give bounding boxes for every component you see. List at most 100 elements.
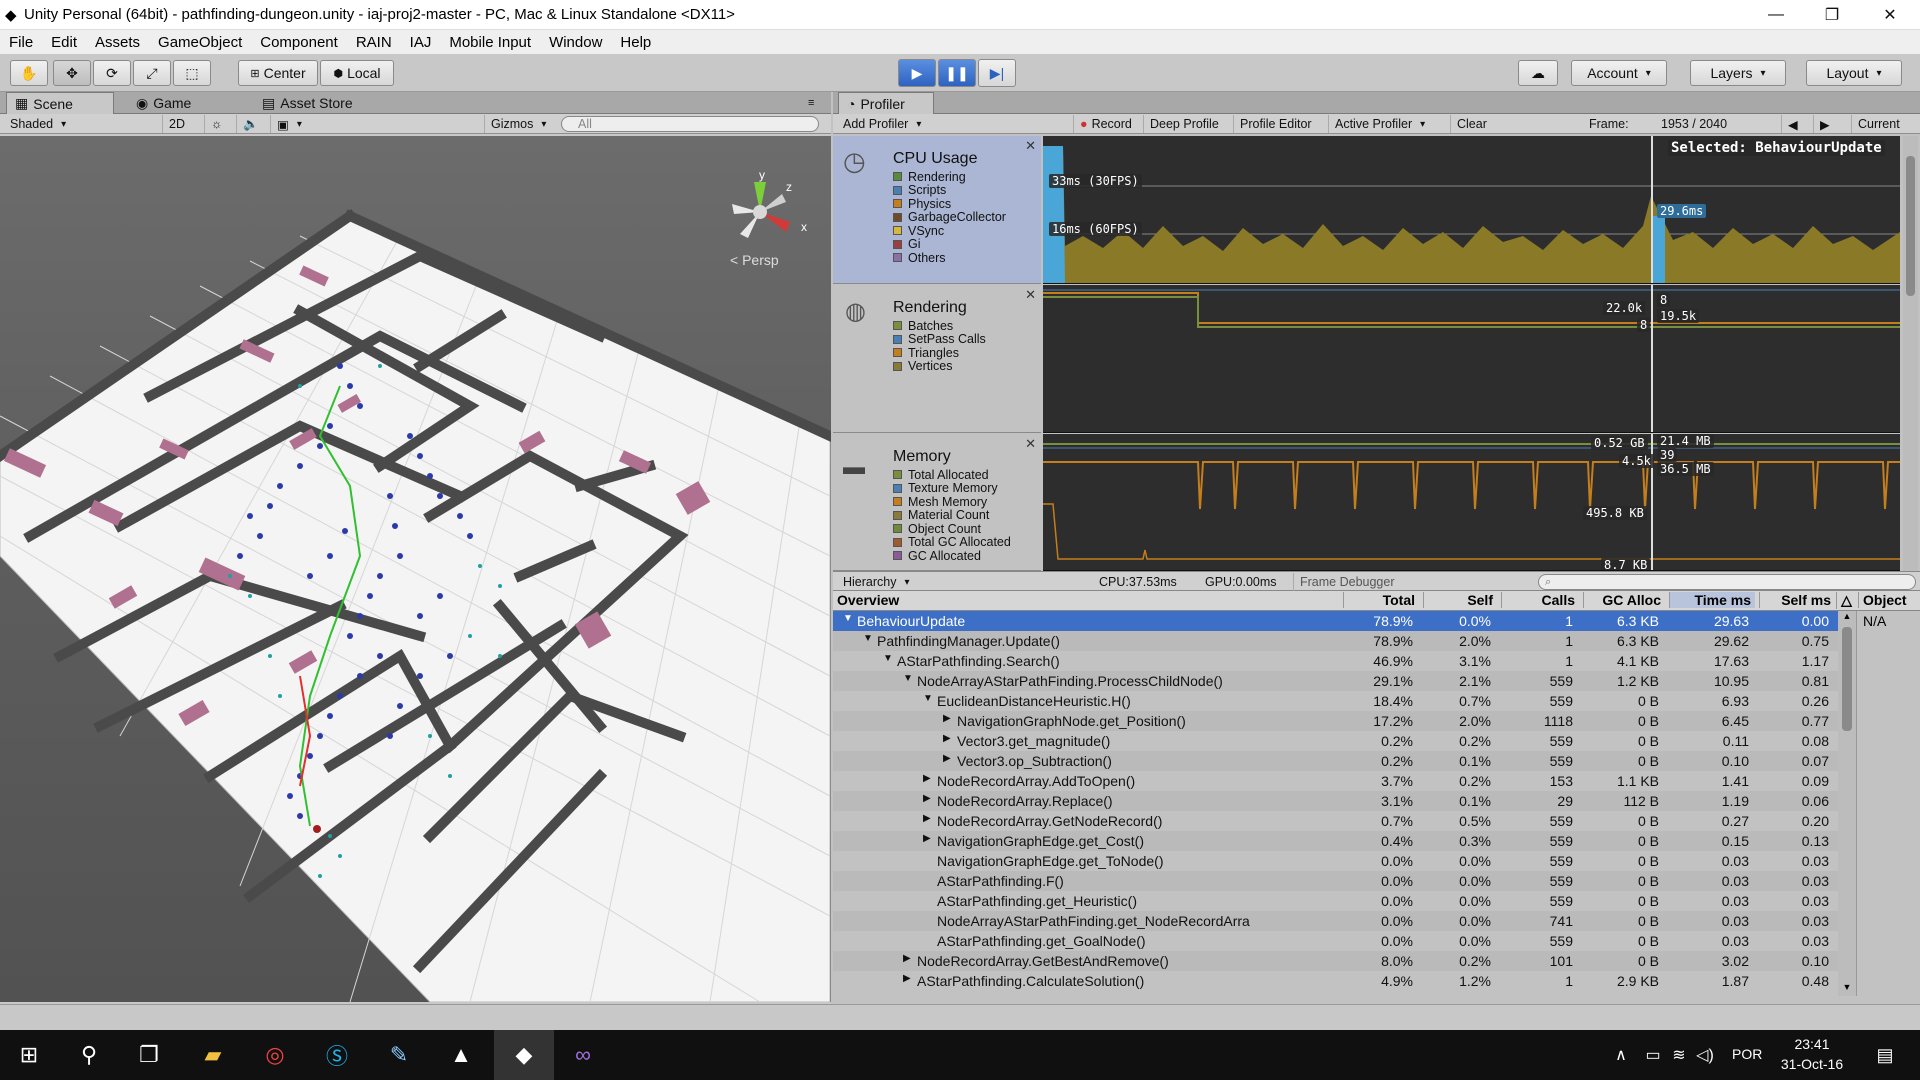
expand-arrow-icon[interactable]: ▼ bbox=[923, 693, 937, 704]
tab-game[interactable]: ◉ Game bbox=[128, 92, 199, 114]
language-indicator[interactable]: POR bbox=[1732, 1046, 1762, 1062]
skype-icon[interactable]: Ⓢ bbox=[320, 1038, 354, 1072]
legend-item[interactable]: Mesh Memory bbox=[893, 495, 1011, 509]
maximize-button[interactable]: ❐ bbox=[1804, 0, 1860, 30]
rendering-module[interactable]: ◍ Rendering ✕ Batches SetPass Calls Tria… bbox=[833, 285, 1041, 433]
rows-scrollbar-thumb[interactable] bbox=[1842, 627, 1852, 731]
scene-gizmo[interactable] bbox=[720, 172, 810, 252]
menu-file[interactable]: File bbox=[0, 34, 42, 51]
legend-item[interactable]: Scripts bbox=[893, 183, 1006, 197]
rendering-graph[interactable]: 22.0k 8 8 19.5k bbox=[1043, 285, 1900, 433]
current-frame-button[interactable]: Current bbox=[1851, 115, 1906, 133]
pivot-center-button[interactable]: ⊞ Center bbox=[238, 60, 318, 86]
clock-time[interactable]: 23:41 bbox=[1780, 1036, 1844, 1052]
windows-start-icon[interactable]: ⊞ bbox=[12, 1038, 46, 1072]
rect-tool-icon[interactable]: ⬚ bbox=[173, 60, 211, 86]
expand-arrow-icon[interactable]: ▼ bbox=[903, 673, 917, 684]
hand-tool-icon[interactable]: ✋ bbox=[10, 60, 48, 86]
profiler-editor-button[interactable]: Profile Editor bbox=[1233, 115, 1318, 133]
table-row[interactable]: ▶ NodeRecordArray.GetNodeRecord() 0.7% 0.5%… bbox=[833, 811, 1838, 831]
photos-icon[interactable]: ▲ bbox=[444, 1038, 478, 1072]
minimize-button[interactable]: — bbox=[1748, 0, 1804, 30]
table-row[interactable]: NavigationGraphEdge.get_ToNode() 0.0% 0.0%… bbox=[833, 851, 1838, 871]
graph-scrollbar-thumb[interactable] bbox=[1906, 156, 1915, 296]
table-row[interactable]: AStarPathfinding.get_Heuristic() 0.0% 0.0%… bbox=[833, 891, 1838, 911]
scale-tool-icon[interactable]: ⤢ bbox=[133, 60, 171, 86]
table-row[interactable]: ▶ NodeRecordArray.Replace() 3.1% 0.1% 29 112 … bbox=[833, 791, 1838, 811]
table-row[interactable]: ▶ NavigationGraphEdge.get_Cost() 0.4% 0.3% 5… bbox=[833, 831, 1838, 851]
frame-debugger-button[interactable]: Frame Debugger bbox=[1293, 573, 1401, 591]
legend-item[interactable]: Vertices bbox=[893, 359, 986, 373]
space-local-button[interactable]: ⬢ Local bbox=[320, 60, 394, 86]
expand-arrow-icon[interactable]: ▶ bbox=[903, 953, 917, 964]
gizmos-dropdown[interactable]: Gizmos bbox=[484, 115, 552, 133]
scene-search-input[interactable]: All bbox=[561, 116, 819, 132]
menu-rain[interactable]: RAIN bbox=[347, 34, 401, 51]
scroll-down-icon[interactable]: ▼ bbox=[1838, 982, 1856, 996]
audio-icon[interactable]: 🔈 bbox=[236, 115, 265, 133]
search-icon[interactable]: ⚲ bbox=[72, 1038, 106, 1072]
legend-item[interactable]: SetPass Calls bbox=[893, 332, 986, 346]
col-overview[interactable]: Overview bbox=[837, 592, 899, 608]
legend-item[interactable]: Object Count bbox=[893, 522, 1011, 536]
tab-asset-store[interactable]: ▤ Asset Store bbox=[254, 92, 361, 114]
next-frame-icon[interactable]: ▶ bbox=[1813, 115, 1836, 133]
volume-icon[interactable]: ◁) bbox=[1688, 1038, 1722, 1072]
step-button[interactable]: ▶| bbox=[978, 59, 1016, 87]
layers-dropdown[interactable]: Layers bbox=[1690, 60, 1786, 86]
table-row[interactable]: ▶ Vector3.op_Subtraction() 0.2% 0.1% 559 0 B 0… bbox=[833, 751, 1838, 771]
legend-item[interactable]: GC Allocated bbox=[893, 549, 1011, 563]
table-row[interactable]: ▶ AStarPathfinding.CalculateSolution() 4.9… bbox=[833, 971, 1838, 991]
add-profiler-dropdown[interactable]: Add Profiler bbox=[837, 115, 985, 133]
col-time-ms[interactable]: Time ms bbox=[1669, 592, 1755, 608]
expand-arrow-icon[interactable]: ▶ bbox=[943, 713, 957, 724]
expand-arrow-icon[interactable]: ▶ bbox=[923, 773, 937, 784]
col-self[interactable]: Self bbox=[1423, 592, 1497, 608]
close-cpu-icon[interactable]: ✕ bbox=[1025, 138, 1036, 154]
table-row[interactable]: ▼ PathfindingManager.Update() 78.9% 2.0% 1 6.… bbox=[833, 631, 1838, 651]
notifications-icon[interactable]: ▤ bbox=[1868, 1038, 1902, 1072]
table-row[interactable]: ▼ BehaviourUpdate 78.9% 0.0% 1 6.3 KB 29.63 0.0… bbox=[833, 611, 1838, 631]
menu-window[interactable]: Window bbox=[540, 34, 611, 51]
legend-item[interactable]: VSync bbox=[893, 224, 1006, 238]
expand-arrow-icon[interactable]: ▼ bbox=[843, 613, 857, 624]
col-total[interactable]: Total bbox=[1343, 592, 1419, 608]
clock-date[interactable]: 31-Oct-16 bbox=[1772, 1056, 1852, 1072]
table-row[interactable]: ▼ NodeArrayAStarPathFinding.ProcessChildN… bbox=[833, 671, 1838, 691]
table-row[interactable]: AStarPathfinding.F() 0.0% 0.0% 559 0 B 0.03 0.… bbox=[833, 871, 1838, 891]
panel-menu-icon[interactable]: ≡ bbox=[800, 92, 822, 114]
close-memory-icon[interactable]: ✕ bbox=[1025, 436, 1036, 452]
legend-item[interactable]: Total GC Allocated bbox=[893, 535, 1011, 549]
expand-arrow-icon[interactable]: ▼ bbox=[863, 633, 877, 644]
play-button[interactable]: ▶ bbox=[898, 59, 936, 87]
table-row[interactable]: ▶ Vector3.get_magnitude() 0.2% 0.2% 559 0 B 0.… bbox=[833, 731, 1838, 751]
deep-profile-button[interactable]: Deep Profile bbox=[1143, 115, 1225, 133]
layout-dropdown[interactable]: Layout bbox=[1806, 60, 1902, 86]
cloud-icon[interactable]: ☁ bbox=[1518, 60, 1558, 86]
table-row[interactable]: ▶ NavigationGraphNode.get_Position() 17.2%… bbox=[833, 711, 1838, 731]
col-self-ms[interactable]: Self ms bbox=[1759, 592, 1835, 608]
col-gc-alloc[interactable]: GC Alloc bbox=[1583, 592, 1665, 608]
graph-scrollbar[interactable] bbox=[1903, 136, 1918, 571]
task-view-icon[interactable]: ❐ bbox=[132, 1038, 166, 1072]
cpu-graph[interactable]: 33ms (30FPS) 16ms (60FPS) 29.6ms Selecte… bbox=[1043, 136, 1900, 284]
scene-viewport[interactable]: y z x < Persp bbox=[0, 136, 831, 1002]
legend-item[interactable]: Rendering bbox=[893, 170, 1006, 184]
tab-scene[interactable]: ▦ Scene bbox=[6, 92, 114, 114]
legend-item[interactable]: Material Count bbox=[893, 508, 1011, 522]
move-tool-icon[interactable]: ✥ bbox=[53, 60, 91, 86]
pause-button[interactable]: ❚❚ bbox=[938, 59, 976, 87]
scroll-up-icon[interactable]: ▲ bbox=[1838, 611, 1856, 625]
menu-edit[interactable]: Edit bbox=[42, 34, 86, 51]
col-object[interactable]: Object bbox=[1858, 592, 1907, 608]
memory-graph[interactable]: 0.52 GB 4.5k 495.8 KB 8.7 KB 21.4 MB 39 … bbox=[1043, 434, 1900, 571]
menu-mobile-input[interactable]: Mobile Input bbox=[440, 34, 540, 51]
menu-gameobject[interactable]: GameObject bbox=[149, 34, 251, 51]
mode-2d-button[interactable]: 2D bbox=[162, 115, 191, 133]
lighting-icon[interactable]: ☼ bbox=[204, 115, 228, 133]
menu-component[interactable]: Component bbox=[251, 34, 347, 51]
legend-item[interactable]: GarbageCollector bbox=[893, 210, 1006, 224]
table-row[interactable]: ▼ AStarPathfinding.Search() 46.9% 3.1% 1 4.1 … bbox=[833, 651, 1838, 671]
file-explorer-icon[interactable]: ▰ bbox=[196, 1038, 230, 1072]
hierarchy-dropdown[interactable]: Hierarchy bbox=[837, 573, 965, 591]
